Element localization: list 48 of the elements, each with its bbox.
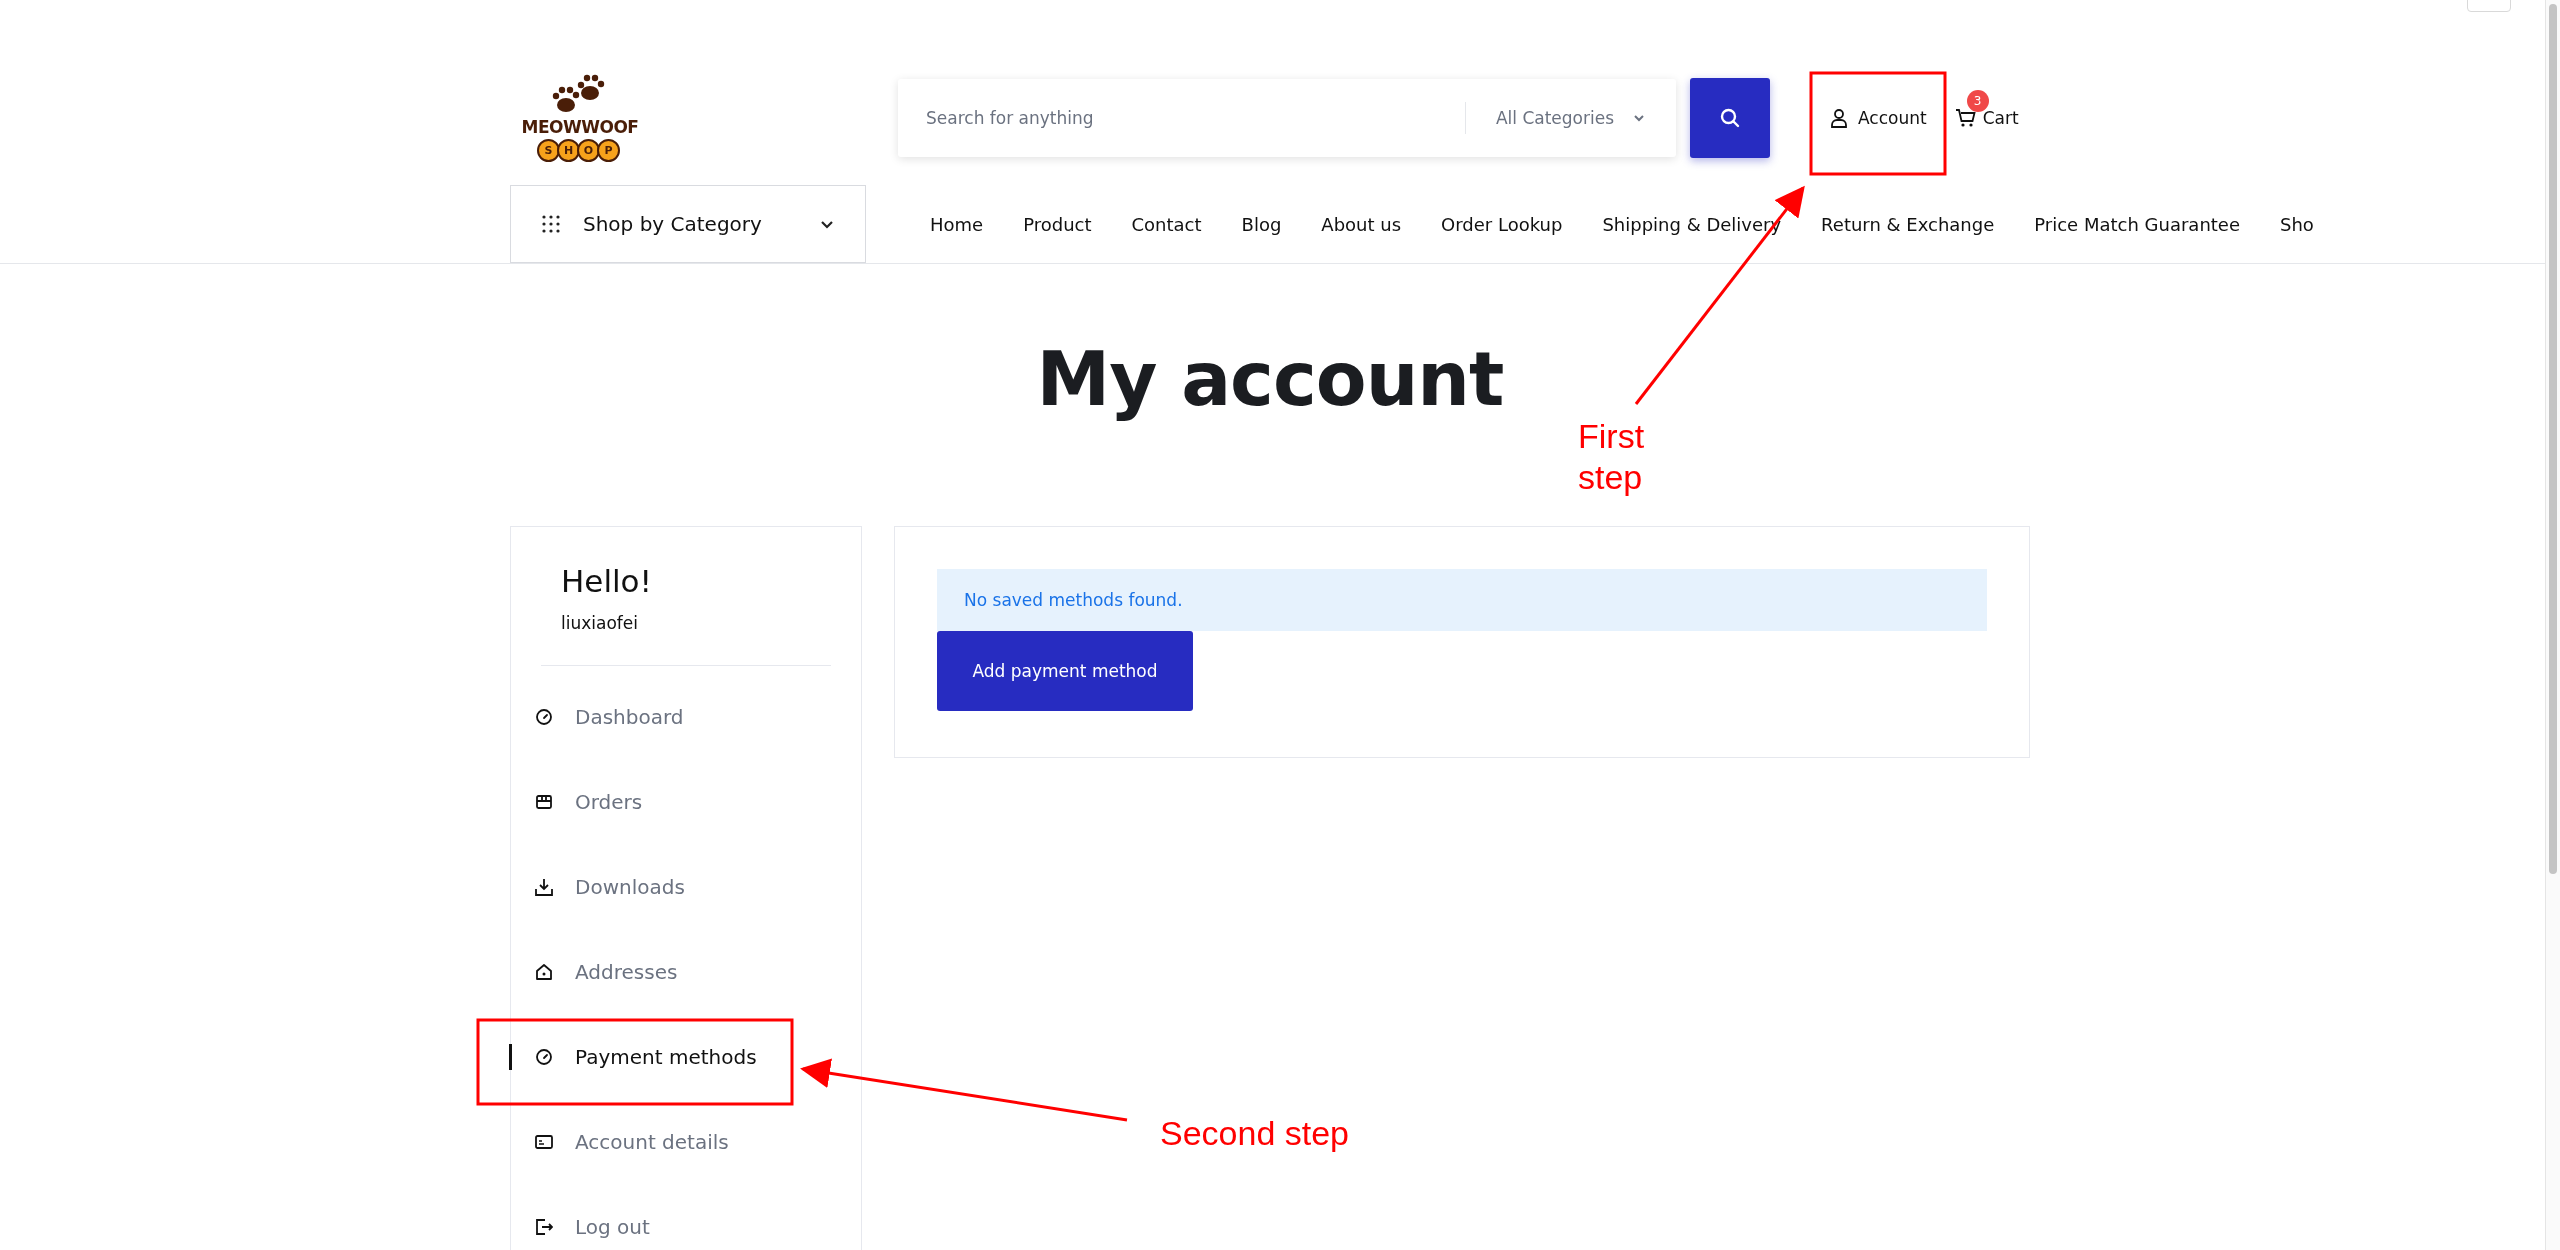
nav-link[interactable]: Home (930, 213, 984, 235)
nav-link[interactable]: Sho (2280, 213, 2314, 235)
category-menu-button[interactable]: Shop by Category (510, 185, 866, 263)
download-icon (535, 877, 553, 896)
shop-logo[interactable]: MEOWWOOF S H O P (510, 73, 650, 162)
nav-link[interactable]: Order Lookup (1441, 213, 1563, 235)
logo-letter: O (577, 139, 600, 162)
logo-letter: S (537, 139, 560, 162)
add-payment-method-button[interactable]: Add payment method (937, 631, 1193, 711)
gauge-icon (535, 707, 553, 726)
nav-link[interactable]: About us (1321, 213, 1402, 235)
gauge-icon (535, 1047, 553, 1066)
page-title: My account (1036, 342, 1504, 424)
category-dropdown[interactable]: All Categories (1466, 107, 1676, 128)
search-bar[interactable]: Search for anything All Categories (898, 78, 1676, 157)
house-icon (535, 962, 553, 981)
window-control[interactable] (2467, 0, 2511, 12)
greeting: Hello! (560, 563, 653, 599)
annotation-label: First step (1578, 416, 1646, 498)
logout-icon (535, 1217, 553, 1236)
annotation-label: Second step (1160, 1113, 1350, 1154)
user-icon (1829, 107, 1849, 128)
id-card-icon (535, 1132, 553, 1151)
grid-dots-icon (541, 214, 561, 234)
search-icon (1719, 106, 1741, 129)
sidebar-item[interactable]: Account details (535, 1099, 831, 1184)
sidebar-item[interactable]: Dashboard (535, 674, 831, 759)
logo-wordmark: MEOWWOOF (521, 117, 639, 137)
search-field[interactable]: Search for anything (898, 96, 1465, 139)
logo-letter: H (557, 139, 580, 162)
logo-letter: P (597, 139, 620, 162)
box-icon (535, 792, 553, 811)
nav-link[interactable]: Price Match Guarantee (2034, 213, 2240, 235)
sidebar-item[interactable]: Orders (535, 759, 831, 844)
cart-count-badge: 3 (1966, 89, 1989, 112)
nav-link[interactable]: Return & Exchange (1821, 213, 1995, 235)
cart-icon (1954, 107, 1977, 128)
nav-link[interactable]: Product (1023, 213, 1092, 235)
sidebar-item[interactable]: Log out (535, 1184, 831, 1250)
nav-link[interactable]: Contact (1131, 213, 1202, 235)
username: liuxiaofei (560, 613, 639, 633)
account-link[interactable]: Account (1829, 107, 1927, 128)
search-button[interactable] (1690, 77, 1770, 158)
sidebar-item[interactable]: Downloads (535, 844, 831, 929)
sidebar-item[interactable]: Addresses (535, 929, 831, 1014)
info-notice: No saved methods found. (937, 569, 1987, 631)
scrollbar[interactable] (2545, 0, 2560, 1250)
nav-link[interactable]: Blog (1241, 213, 1282, 235)
